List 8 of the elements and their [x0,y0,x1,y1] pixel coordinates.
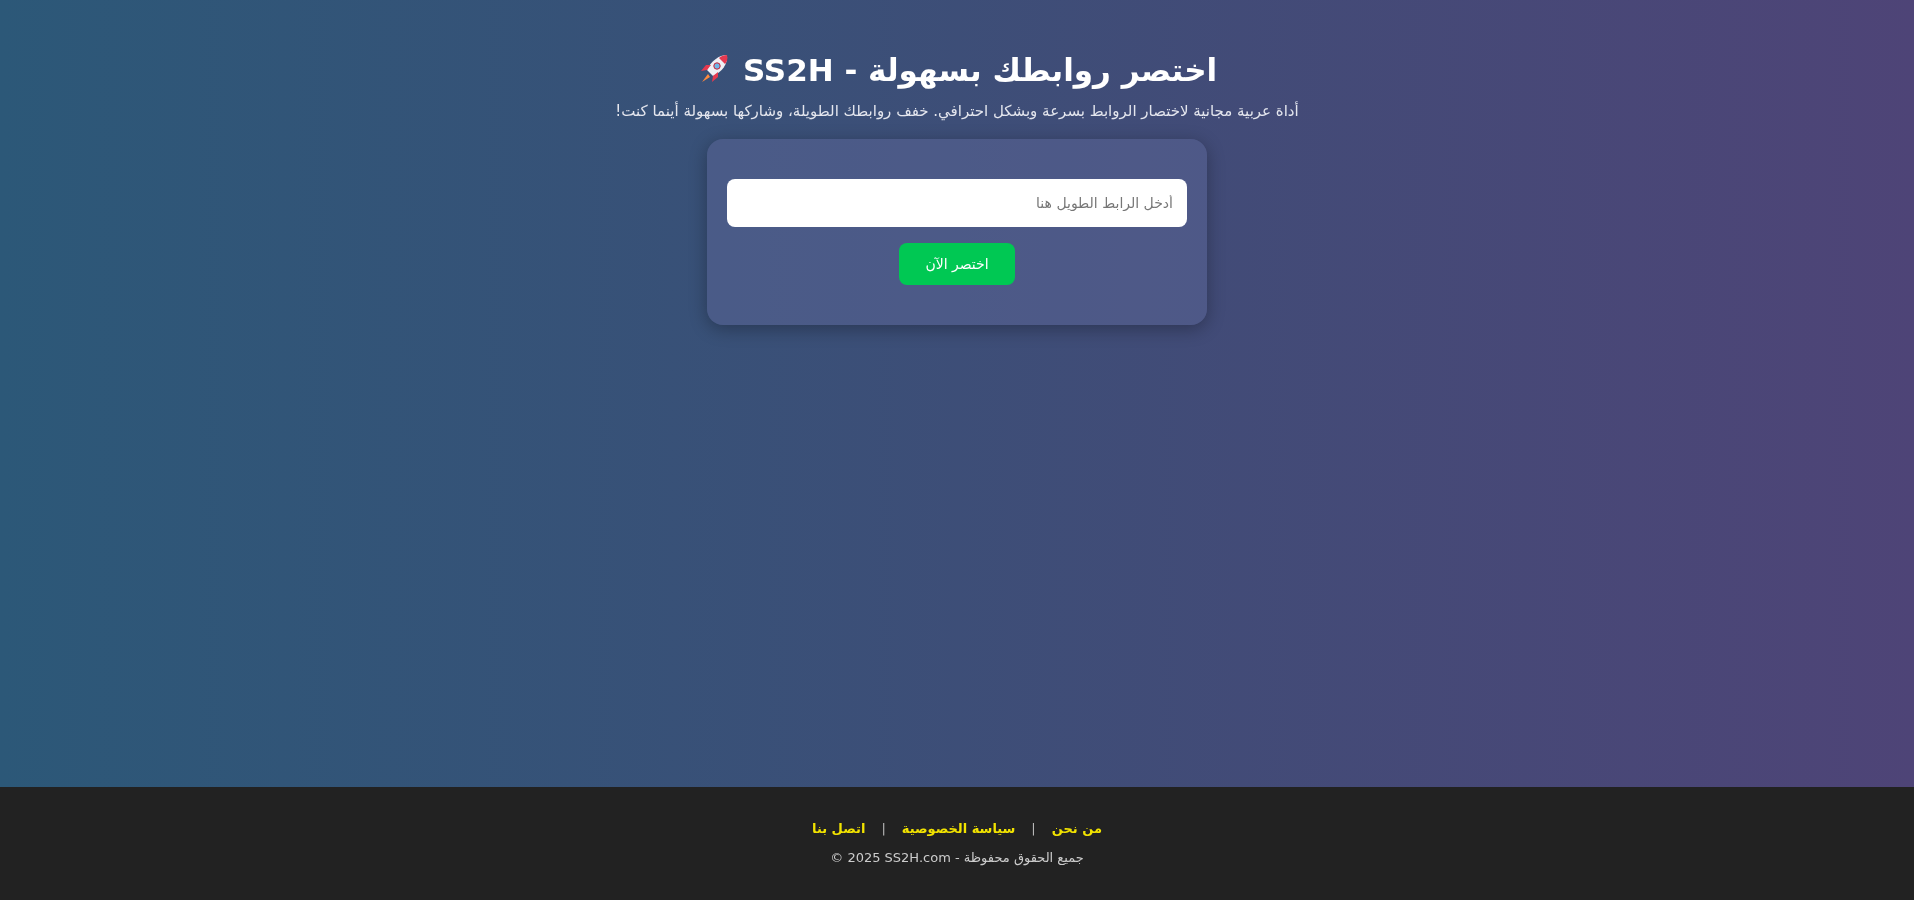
separator: | [881,821,886,836]
footer-link[interactable]: سياسة الخصوصية [901,821,1016,836]
footer-link[interactable]: اتصل بنا [812,821,866,836]
page-title: اختصر روابطك بسهولة - SS2H [742,52,1218,88]
page-subtitle: أداة عربية مجانية لاختصار الروابط بسرعة وبشكل احترافي. خفف روابطك الطويلة، وشاركها بسهولة أينما كنت! [615,102,1299,120]
copyright-text: © 2025 SS2H.com - جميع الحقوق محفوظة [830,850,1084,865]
footer-link[interactable]: من نحن [1051,821,1102,836]
separator: | [1031,821,1036,836]
